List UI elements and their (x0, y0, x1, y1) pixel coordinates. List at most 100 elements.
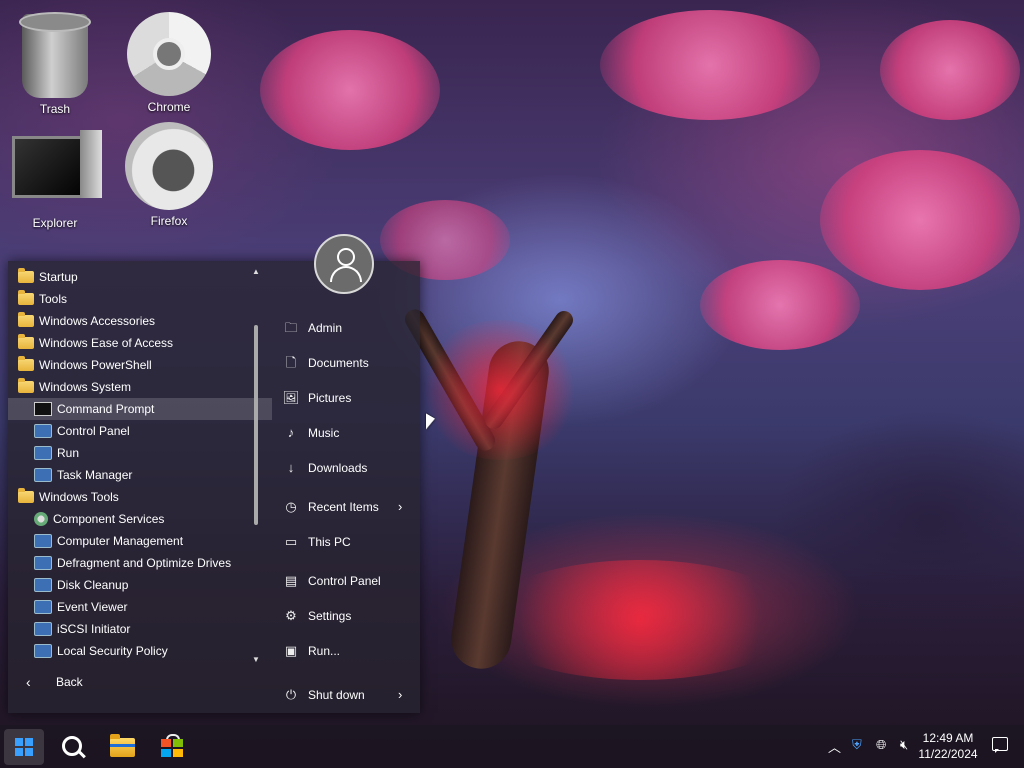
chevron-up-icon[interactable]: ︿ (828, 737, 841, 756)
program-item-label: Component Services (53, 512, 165, 526)
windows-logo-icon (15, 738, 33, 756)
chevron-right-icon: › (398, 687, 403, 702)
folder-icon (18, 378, 34, 393)
program-item-label: Tools (39, 292, 68, 306)
cmd-icon (34, 402, 52, 416)
place-item-label: Music (308, 426, 340, 440)
place-item-label: Documents (308, 356, 369, 370)
security-shield-icon[interactable]: ⛨ (852, 737, 862, 753)
folder-icon (18, 290, 34, 305)
folder-icon (18, 488, 34, 503)
program-item[interactable]: Tools (8, 288, 256, 310)
program-item[interactable]: Run (8, 442, 272, 464)
program-item-label: Windows Tools (39, 490, 119, 504)
folder-icon (110, 734, 135, 757)
place-item-admin[interactable]: 🗀 Admin (270, 315, 420, 341)
computer-management-icon (34, 534, 52, 548)
program-item-label: Windows System (39, 380, 132, 394)
place-item-label: Run... (308, 644, 341, 658)
user-avatar[interactable] (314, 234, 374, 294)
microsoft-store-button[interactable] (152, 729, 192, 765)
program-item[interactable]: Windows Accessories (8, 310, 256, 332)
volume-muted-icon[interactable]: 🔇︎ (900, 737, 908, 753)
folder-icon (18, 312, 34, 327)
control-panel-icon (34, 424, 52, 438)
program-item-label: iSCSI Initiator (57, 622, 131, 636)
places-pane: 🗀 Admin 🗋 Documents 🖼 Pictures ♪ Music ↓ Download… (270, 234, 420, 713)
place-item-label: This PC (308, 535, 351, 549)
program-list-scrollbar[interactable]: ▲ ▼ (251, 267, 261, 665)
program-item[interactable]: Disk Cleanup (8, 574, 272, 596)
program-item[interactable]: Command Prompt (8, 398, 272, 420)
program-item[interactable]: Startup (8, 266, 256, 288)
place-item-label: Control Panel (308, 574, 381, 588)
place-item-shut-down[interactable]: ⏻ Shut down › (270, 682, 420, 708)
clock-date: 11/22/2024 (918, 747, 978, 761)
computer-icon (10, 130, 102, 202)
program-item[interactable]: Local Security Policy (8, 640, 272, 662)
place-item-run[interactable]: ▣ Run... (270, 638, 420, 664)
file-explorer-button[interactable] (102, 729, 142, 765)
search-button[interactable] (52, 729, 92, 765)
place-item-documents[interactable]: 🗋 Documents (270, 350, 420, 376)
start-button[interactable] (4, 729, 44, 765)
place-item-downloads[interactable]: ↓ Downloads (270, 455, 420, 481)
user-folder-icon: 🗀 (284, 320, 298, 335)
program-item[interactable]: Control Panel (8, 420, 272, 442)
desktop-icon-trash[interactable]: Trash (10, 12, 100, 116)
network-globe-icon[interactable]: 🌐︎ (876, 737, 886, 753)
place-item-pictures[interactable]: 🖼 Pictures (270, 385, 420, 411)
security-policy-icon (34, 644, 52, 658)
place-item-label: Recent Items (308, 500, 379, 514)
desktop-icon-label: Firefox (150, 214, 188, 228)
program-list[interactable]: Startup Tools Windows Accessories Windows E… (8, 261, 272, 667)
program-item[interactable]: Windows System (8, 376, 256, 398)
start-menu: Startup Tools Windows Accessories Windows E… (8, 234, 420, 713)
place-item-this-pc[interactable]: ▭ This PC (270, 529, 420, 555)
scroll-thumb[interactable] (254, 325, 258, 525)
folder-icon (18, 334, 34, 349)
program-item[interactable]: Event Viewer (8, 596, 272, 618)
control-panel-icon: ▤ (284, 573, 298, 588)
place-item-control-panel[interactable]: ▤ Control Panel (270, 568, 420, 594)
clock-icon: ◷ (285, 499, 297, 514)
taskbar: ︿ ⛨ 🌐︎ 🔇︎ 12:49 AM 11/22/2024 (0, 725, 1024, 768)
notification-icon[interactable] (992, 737, 1008, 753)
event-viewer-icon (34, 600, 52, 614)
place-item-recent-items[interactable]: ◷ Recent Items › (270, 494, 420, 520)
scroll-up-arrow-icon[interactable]: ▲ (251, 267, 261, 277)
place-item-label: Pictures (308, 391, 352, 405)
firefox-icon (125, 122, 213, 210)
program-item[interactable]: Windows Tools (8, 486, 256, 508)
power-icon: ⏻ (285, 687, 297, 702)
place-item-label: Settings (308, 609, 352, 623)
desktop-icon-explorer[interactable]: Explorer (10, 130, 102, 230)
iscsi-icon (34, 622, 52, 636)
program-item[interactable]: Computer Management (8, 530, 272, 552)
program-item[interactable]: Defragment and Optimize Drives (8, 552, 272, 574)
run-icon (34, 446, 52, 460)
scroll-down-arrow-icon[interactable]: ▼ (251, 655, 261, 665)
picture-icon: 🖼 (282, 390, 300, 405)
desktop-icon-firefox[interactable]: Firefox (124, 122, 214, 228)
program-item[interactable]: iSCSI Initiator (8, 618, 272, 640)
back-button[interactable]: ‹ Back (8, 671, 262, 693)
place-item-settings[interactable]: ⚙ Settings (270, 603, 420, 629)
clock-time: 12:49 AM (922, 731, 974, 745)
program-item[interactable]: Windows PowerShell (8, 354, 256, 376)
program-item[interactable]: Task Manager (8, 464, 272, 486)
program-item[interactable]: Windows Ease of Access (8, 332, 256, 354)
desktop-icon-chrome[interactable]: Chrome (124, 12, 214, 114)
chevron-right-icon: › (398, 499, 403, 514)
program-item[interactable]: Component Services (8, 508, 272, 530)
program-item-label: Run (57, 446, 80, 460)
program-item-label: Command Prompt (57, 402, 155, 416)
place-item-label: Shut down (308, 688, 365, 702)
store-icon (161, 739, 183, 757)
back-label: Back (56, 675, 83, 689)
pc-icon: ▭ (284, 534, 298, 549)
clock[interactable]: 12:49 AM 11/22/2024 (912, 730, 984, 762)
run-icon: ▣ (284, 643, 298, 658)
program-item-label: Task Manager (57, 468, 133, 482)
place-item-music[interactable]: ♪ Music (270, 420, 420, 446)
